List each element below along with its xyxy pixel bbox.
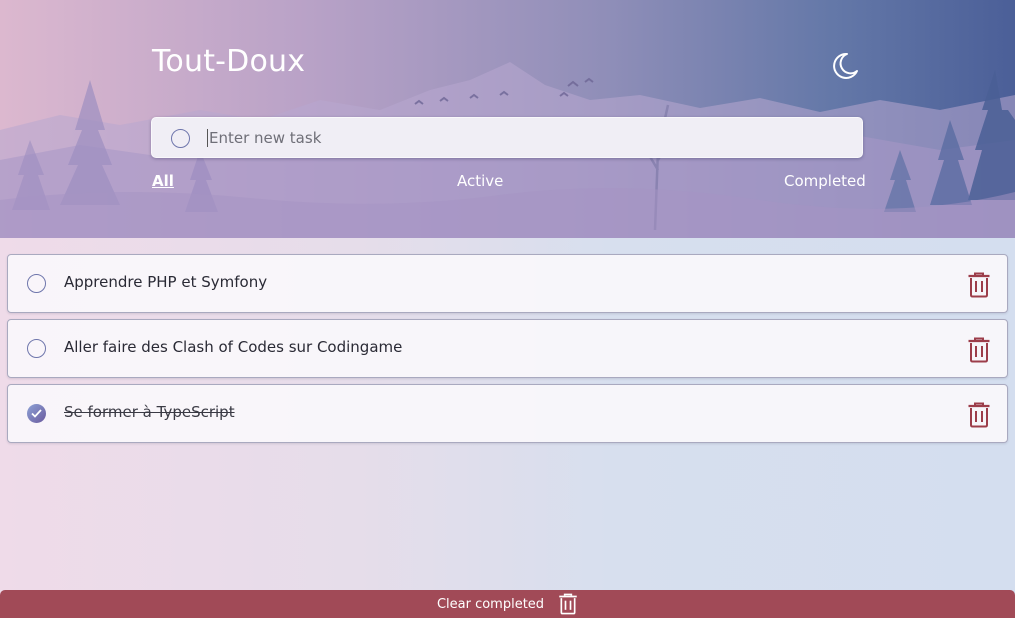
delete-task-button[interactable]: [965, 336, 993, 364]
clear-completed-button[interactable]: Clear completed: [0, 590, 1015, 618]
new-task-bar: [151, 117, 863, 158]
filter-all[interactable]: All: [152, 172, 174, 190]
trash-icon: [968, 272, 990, 298]
moon-icon: [833, 52, 858, 79]
task-label: Se former à TypeScript: [64, 403, 235, 421]
task-checkbox-checked[interactable]: [27, 404, 46, 423]
trash-icon: [558, 593, 578, 615]
task-label: Apprendre PHP et Symfony: [64, 273, 268, 291]
task-checkbox[interactable]: [27, 274, 46, 293]
task-label: Aller faire des Clash of Codes sur Codin…: [64, 338, 403, 356]
trash-icon: [968, 337, 990, 363]
header-banner: Tout-Doux All Active Completed: [0, 0, 1015, 238]
toggle-all-circle[interactable]: [171, 129, 190, 148]
task-item: Aller faire des Clash of Codes sur Codin…: [7, 319, 1008, 378]
task-item: Se former à TypeScript: [7, 384, 1008, 443]
filter-bar: All Active Completed: [0, 172, 1015, 196]
app-title: Tout-Doux: [152, 44, 306, 79]
task-item: Apprendre PHP et Symfony: [7, 254, 1008, 313]
task-checkbox[interactable]: [27, 339, 46, 358]
filter-active[interactable]: Active: [457, 172, 503, 190]
delete-task-button[interactable]: [965, 401, 993, 429]
clear-completed-label: Clear completed: [436, 596, 545, 612]
new-task-input[interactable]: [207, 129, 847, 147]
delete-task-button[interactable]: [965, 271, 993, 299]
checkmark-icon: [31, 409, 42, 418]
trash-icon: [968, 402, 990, 428]
theme-toggle-button[interactable]: [826, 47, 864, 85]
filter-completed[interactable]: Completed: [784, 172, 866, 190]
